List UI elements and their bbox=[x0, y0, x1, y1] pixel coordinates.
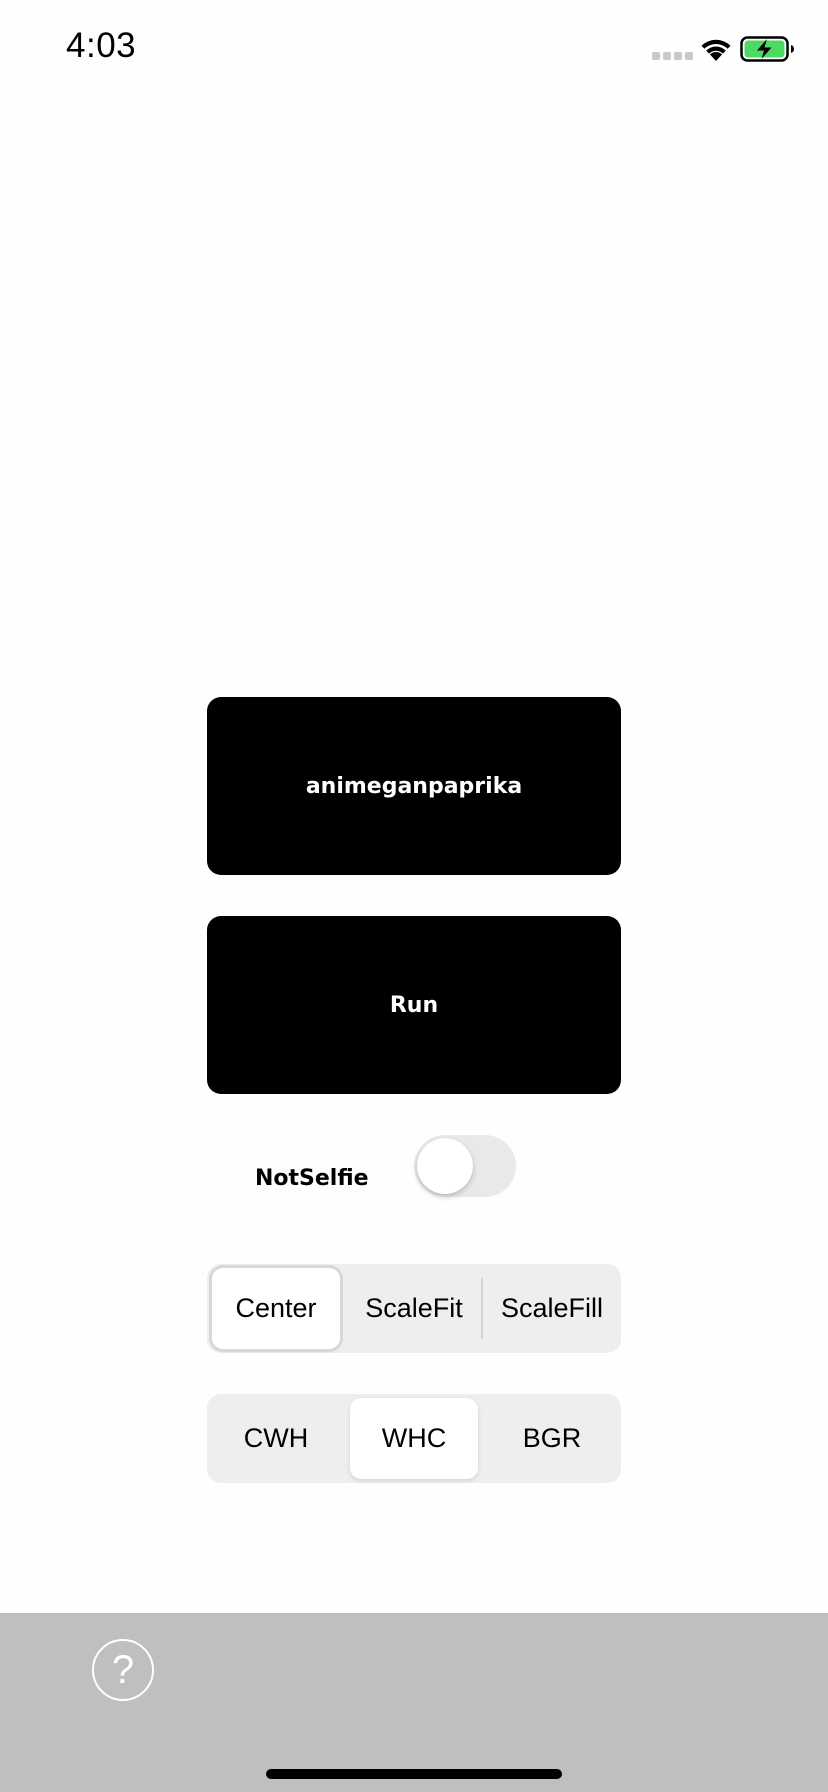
not-selfie-toggle[interactable] bbox=[414, 1135, 516, 1197]
segment-center[interactable]: Center bbox=[212, 1268, 340, 1349]
status-bar: 4:03 bbox=[0, 0, 828, 100]
segment-cwh[interactable]: CWH bbox=[212, 1398, 340, 1479]
segment-divider bbox=[481, 1278, 483, 1339]
battery-charging-icon bbox=[740, 36, 794, 62]
segment-bgr[interactable]: BGR bbox=[488, 1398, 616, 1479]
tensor-layout-segmented-control: CWH WHC BGR bbox=[207, 1394, 621, 1483]
model-select-button[interactable]: animeganpaprika bbox=[207, 697, 621, 875]
segment-scalefill[interactable]: ScaleFill bbox=[488, 1268, 616, 1349]
toggle-knob bbox=[417, 1138, 473, 1194]
status-time: 4:03 bbox=[66, 26, 137, 65]
signal-dots-icon bbox=[652, 52, 693, 60]
help-question-icon[interactable]: ? bbox=[92, 1639, 154, 1701]
wifi-icon bbox=[701, 39, 731, 61]
bottom-toolbar: ? bbox=[0, 1613, 828, 1792]
scaling-mode-segmented-control: Center ScaleFit ScaleFill bbox=[207, 1264, 621, 1353]
home-indicator[interactable] bbox=[266, 1769, 562, 1779]
segment-whc[interactable]: WHC bbox=[350, 1398, 478, 1479]
not-selfie-label: NotSelfie bbox=[255, 1166, 369, 1191]
segment-scalefit[interactable]: ScaleFit bbox=[350, 1268, 478, 1349]
run-button[interactable]: Run bbox=[207, 916, 621, 1094]
